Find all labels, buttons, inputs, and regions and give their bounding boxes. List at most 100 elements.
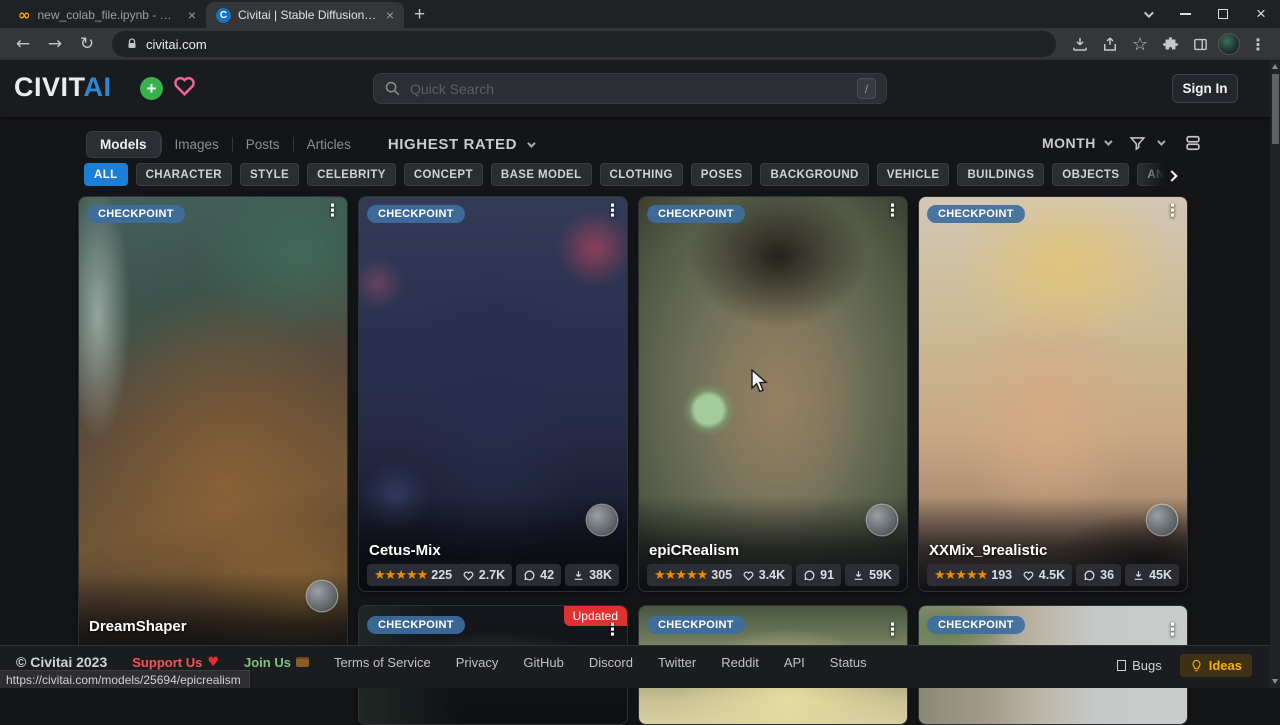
footer-link-privacy[interactable]: Privacy [456, 655, 499, 670]
downloads-count: 45K [1149, 568, 1172, 582]
civitai-favicon-icon: C [216, 8, 231, 23]
checkpoint-badge: CHECKPOINT [367, 616, 465, 634]
side-panel-icon[interactable] [1188, 32, 1212, 56]
card-menu-kebab-icon[interactable]: ⋮ [324, 201, 341, 221]
chip-poses[interactable]: POSES [691, 163, 753, 186]
create-model-button[interactable]: + [140, 77, 163, 100]
content-type-tabs: Models Images Posts Articles [86, 131, 364, 158]
chip-character[interactable]: CHARACTER [136, 163, 232, 186]
browser-menu-kebab-icon[interactable]: ⋮ [1246, 32, 1270, 56]
footer-link-reddit[interactable]: Reddit [721, 655, 759, 670]
logo-text-main: CIVIT [14, 72, 84, 102]
chip-concept[interactable]: CONCEPT [404, 163, 483, 186]
chip-objects[interactable]: OBJECTS [1052, 163, 1129, 186]
card-menu-kebab-icon[interactable]: ⋮ [884, 620, 901, 640]
bugs-button[interactable]: Bugs [1117, 658, 1162, 673]
scroll-up-arrow-icon[interactable] [1272, 64, 1278, 69]
creator-avatar[interactable] [587, 505, 617, 535]
period-dropdown[interactable]: MONTH [1042, 135, 1110, 151]
footer-link-api[interactable]: API [784, 655, 805, 670]
minimize-button[interactable] [1166, 0, 1204, 28]
footer-link-join-us[interactable]: Join Us [244, 655, 309, 670]
footer-actions: Bugs Ideas [1117, 654, 1262, 677]
card-menu-kebab-icon[interactable]: ⋮ [884, 201, 901, 221]
chip-buildings[interactable]: BUILDINGS [957, 163, 1044, 186]
search-bar[interactable]: / [373, 73, 887, 104]
chip-all[interactable]: ALL [84, 163, 128, 186]
chip-vehicle[interactable]: VEHICLE [877, 163, 950, 186]
tab-close-icon[interactable]: × [186, 8, 198, 22]
chip-base-model[interactable]: BASE MODEL [491, 163, 592, 186]
footer-link-terms[interactable]: Terms of Service [334, 655, 431, 670]
page-scrollbar[interactable] [1270, 60, 1280, 688]
reload-button[interactable]: ↻ [74, 34, 100, 54]
url-text: civitai.com [146, 37, 207, 52]
link-label: Support Us [132, 655, 202, 670]
briefcase-icon [296, 657, 309, 667]
stat-pills: 3.4K 91 59K [735, 564, 899, 586]
model-card-dreamshaper[interactable]: CHECKPOINT ⋮ DreamShaper [78, 196, 348, 668]
downloads-count: 59K [869, 568, 892, 582]
tab-images[interactable]: Images [162, 132, 232, 157]
tab-articles[interactable]: Articles [294, 132, 364, 157]
sort-label: HIGHEST RATED [388, 136, 517, 153]
chip-background[interactable]: BACKGROUND [760, 163, 868, 186]
download-icon[interactable] [1068, 32, 1092, 56]
period-label: MONTH [1042, 135, 1096, 151]
maximize-button[interactable] [1204, 0, 1242, 28]
chip-clothing[interactable]: CLOTHING [600, 163, 683, 186]
layout-toggle-icon[interactable] [1183, 133, 1203, 153]
filter-funnel-icon[interactable] [1128, 134, 1147, 153]
downloads-pill: 59K [845, 564, 899, 586]
civitai-logo[interactable]: CIVITAI [14, 72, 112, 103]
comments-count: 36 [1100, 568, 1114, 582]
tab-close-icon[interactable]: × [384, 8, 396, 22]
card-menu-kebab-icon[interactable]: ⋮ [604, 201, 621, 221]
forward-button[interactable]: → [42, 34, 68, 54]
browser-tab-civitai[interactable]: C Civitai | Stable Diffusion models, × [206, 2, 404, 28]
card-menu-kebab-icon[interactable]: ⋮ [1164, 620, 1181, 640]
browser-profile-avatar[interactable] [1218, 33, 1240, 55]
scrollbar-thumb[interactable] [1272, 74, 1279, 144]
footer-link-twitter[interactable]: Twitter [658, 655, 696, 670]
checkpoint-badge: CHECKPOINT [927, 616, 1025, 634]
model-card-cetus-mix[interactable]: CHECKPOINT ⋮ Cetus-Mix ★★★★★ 225 2.7K 42… [358, 196, 628, 592]
back-button[interactable]: ← [10, 34, 36, 54]
sort-dropdown[interactable]: HIGHEST RATED [388, 136, 533, 153]
tab-search-button[interactable] [1128, 0, 1166, 28]
sign-in-button[interactable]: Sign In [1172, 74, 1238, 103]
tab-models[interactable]: Models [86, 131, 161, 158]
footer-link-support-us[interactable]: Support Us♥ [132, 655, 219, 670]
extensions-puzzle-icon[interactable] [1158, 32, 1182, 56]
creator-avatar[interactable] [867, 505, 897, 535]
likes-pill: 4.5K [1015, 564, 1072, 586]
bookmark-star-icon[interactable]: ☆ [1128, 32, 1152, 56]
creator-avatar[interactable] [1147, 505, 1177, 535]
search-input[interactable] [410, 81, 848, 97]
chip-style[interactable]: STYLE [240, 163, 299, 186]
tab-posts[interactable]: Posts [233, 132, 293, 157]
new-tab-button[interactable]: + [414, 5, 425, 24]
model-card-epicrealism[interactable]: CHECKPOINT ⋮ epiCRealism ★★★★★ 305 3.4K … [638, 196, 908, 592]
ideas-button[interactable]: Ideas [1180, 654, 1252, 677]
window-close-button[interactable]: × [1242, 0, 1280, 28]
browser-tab-colab[interactable]: ∞ new_colab_file.ipynb - Colaborat × [8, 2, 206, 28]
model-card-xxmix[interactable]: CHECKPOINT ⋮ XXMix_9realistic ★★★★★ 193 … [918, 196, 1188, 592]
chevron-down-icon[interactable] [1157, 137, 1165, 145]
creator-avatar[interactable] [307, 581, 337, 611]
chips-scroll-right-button[interactable] [1140, 163, 1184, 188]
lightbulb-icon [1190, 659, 1203, 672]
chip-celebrity[interactable]: CELEBRITY [307, 163, 396, 186]
card-menu-kebab-icon[interactable]: ⋮ [1164, 201, 1181, 221]
browser-titlebar: ∞ new_colab_file.ipynb - Colaborat × C C… [0, 0, 1280, 28]
address-bar[interactable]: civitai.com [112, 31, 1056, 57]
scroll-down-arrow-icon[interactable] [1272, 679, 1278, 684]
footer-link-discord[interactable]: Discord [589, 655, 633, 670]
favorites-heart-icon[interactable] [171, 72, 198, 98]
footer-link-github[interactable]: GitHub [523, 655, 563, 670]
heart-icon [742, 569, 755, 582]
chevron-right-icon [1166, 170, 1177, 181]
share-icon[interactable] [1098, 32, 1122, 56]
footer-link-status[interactable]: Status [830, 655, 867, 670]
card-menu-kebab-icon[interactable]: ⋮ [604, 620, 621, 640]
